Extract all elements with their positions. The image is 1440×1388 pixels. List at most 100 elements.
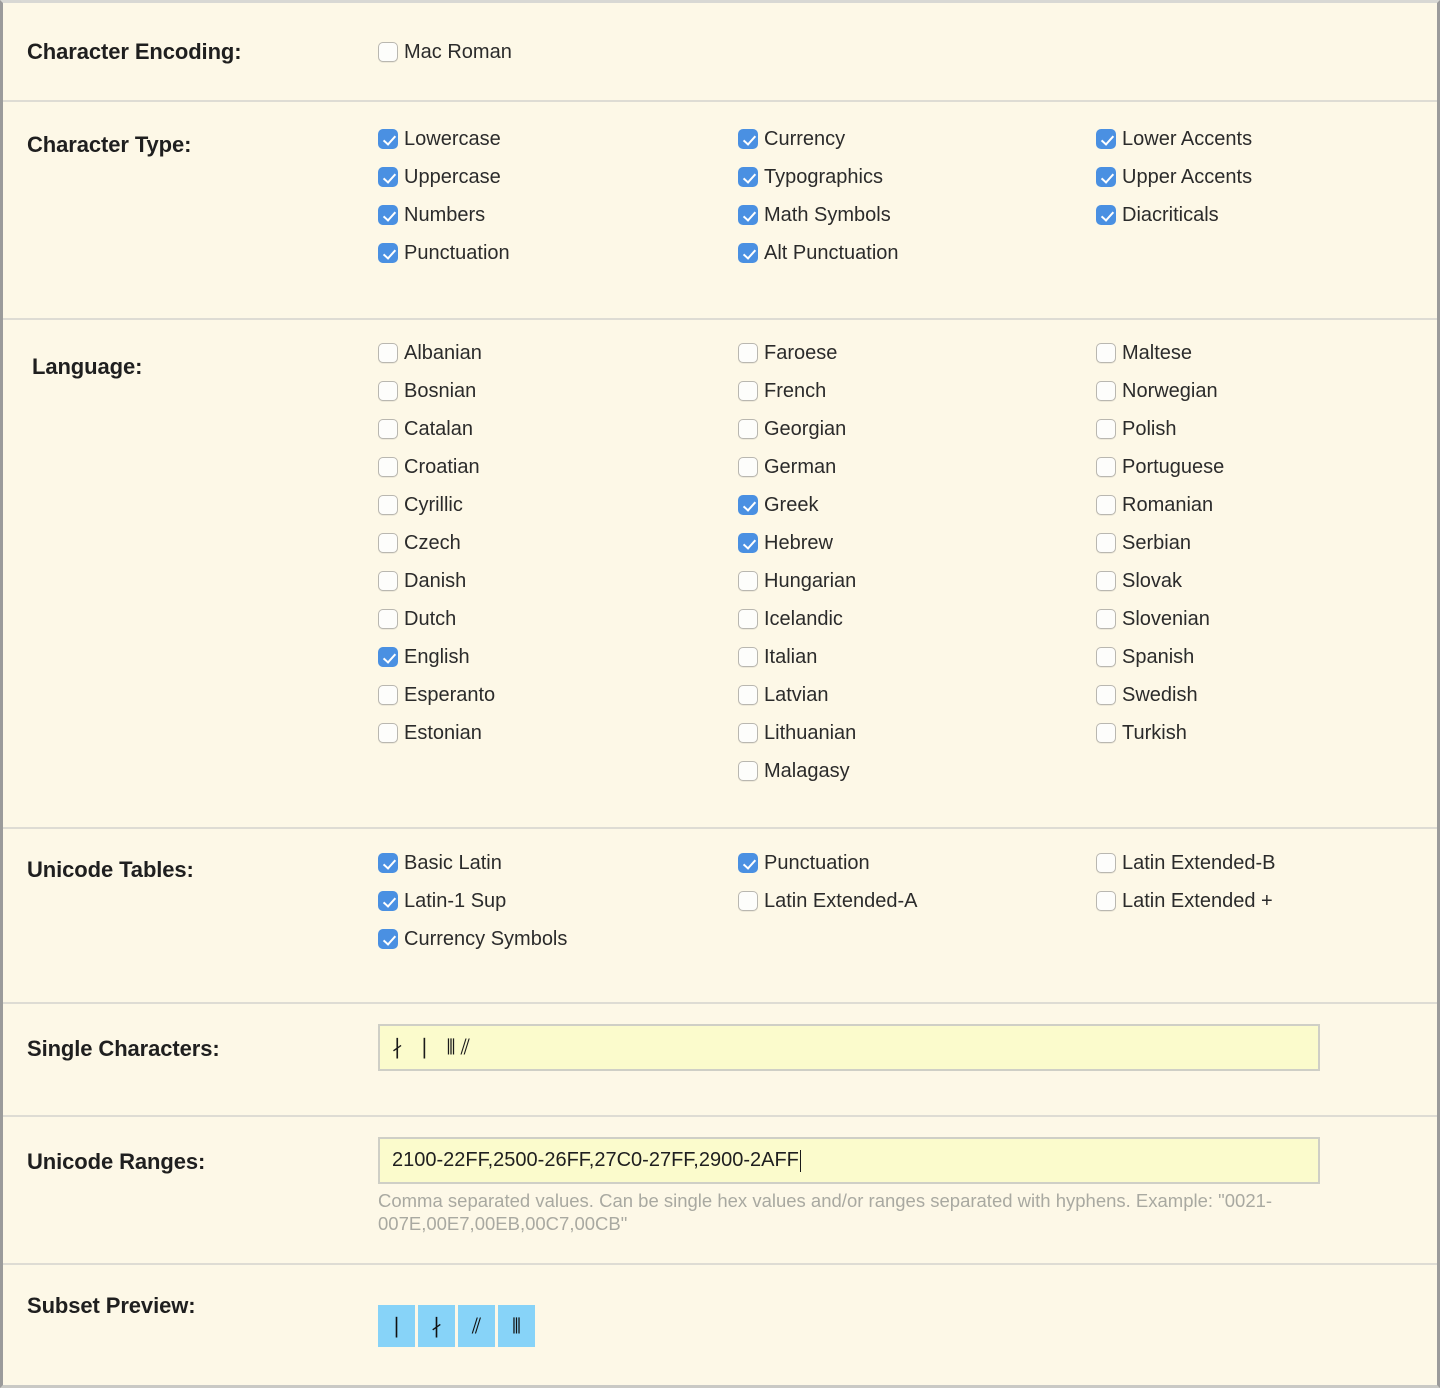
checkbox-row-lower-accents[interactable]: Lower Accents (1096, 120, 1437, 158)
checkbox-icon-swedish[interactable] (1096, 685, 1116, 705)
checkbox-icon-albanian[interactable] (378, 343, 398, 363)
checkbox-icon-slovak[interactable] (1096, 571, 1116, 591)
checkbox-row-punctuation[interactable]: Punctuation (378, 234, 738, 272)
preview-glyph-tile[interactable]: ⦀ (498, 1305, 535, 1347)
checkbox-icon-estonian[interactable] (378, 723, 398, 743)
checkbox-icon-alt-punctuation[interactable] (738, 243, 758, 263)
checkbox-row-croatian[interactable]: Croatian (378, 448, 738, 486)
checkbox-row-icelandic[interactable]: Icelandic (738, 600, 1096, 638)
checkbox-icon-math-symbols[interactable] (738, 205, 758, 225)
checkbox-icon-latin-extended-plus[interactable] (1096, 891, 1116, 911)
checkbox-icon-serbian[interactable] (1096, 533, 1116, 553)
checkbox-icon-faroese[interactable] (738, 343, 758, 363)
checkbox-row-hungarian[interactable]: Hungarian (738, 562, 1096, 600)
checkbox-row-slovenian[interactable]: Slovenian (1096, 600, 1437, 638)
checkbox-row-latin-extended-a[interactable]: Latin Extended-A (738, 882, 1096, 920)
checkbox-row-upper-accents[interactable]: Upper Accents (1096, 158, 1437, 196)
checkbox-row-catalan[interactable]: Catalan (378, 410, 738, 448)
checkbox-icon-cyrillic[interactable] (378, 495, 398, 515)
checkbox-row-latin-1-sup[interactable]: Latin-1 Sup (378, 882, 738, 920)
checkbox-row-currency[interactable]: Currency (738, 120, 1096, 158)
checkbox-row-czech[interactable]: Czech (378, 524, 738, 562)
checkbox-icon-icelandic[interactable] (738, 609, 758, 629)
checkbox-row-typographics[interactable]: Typographics (738, 158, 1096, 196)
checkbox-row-numbers[interactable]: Numbers (378, 196, 738, 234)
checkbox-row-bosnian[interactable]: Bosnian (378, 372, 738, 410)
checkbox-row-danish[interactable]: Danish (378, 562, 738, 600)
checkbox-icon-currency[interactable] (738, 129, 758, 149)
checkbox-row-math-symbols[interactable]: Math Symbols (738, 196, 1096, 234)
checkbox-row-latvian[interactable]: Latvian (738, 676, 1096, 714)
checkbox-row-romanian[interactable]: Romanian (1096, 486, 1437, 524)
checkbox-row-french[interactable]: French (738, 372, 1096, 410)
checkbox-row-norwegian[interactable]: Norwegian (1096, 372, 1437, 410)
checkbox-row-cyrillic[interactable]: Cyrillic (378, 486, 738, 524)
checkbox-icon-georgian[interactable] (738, 419, 758, 439)
checkbox-row-italian[interactable]: Italian (738, 638, 1096, 676)
checkbox-icon-latvian[interactable] (738, 685, 758, 705)
checkbox-row-albanian[interactable]: Albanian (378, 334, 738, 372)
preview-glyph-tile[interactable]: ⫽ (458, 1305, 495, 1347)
checkbox-row-malagasy[interactable]: Malagasy (738, 752, 1096, 790)
checkbox-icon-german[interactable] (738, 457, 758, 477)
checkbox-icon-latin-1-sup[interactable] (378, 891, 398, 911)
checkbox-icon-numbers[interactable] (378, 205, 398, 225)
checkbox-row-serbian[interactable]: Serbian (1096, 524, 1437, 562)
single-characters-input[interactable]: ∤ ∣ ⦀⫽ (378, 1024, 1320, 1071)
checkbox-icon-currency-symbols[interactable] (378, 929, 398, 949)
checkbox-row-slovak[interactable]: Slovak (1096, 562, 1437, 600)
checkbox-icon-lithuanian[interactable] (738, 723, 758, 743)
checkbox-row-estonian[interactable]: Estonian (378, 714, 738, 752)
checkbox-icon-esperanto[interactable] (378, 685, 398, 705)
checkbox-icon-portuguese[interactable] (1096, 457, 1116, 477)
checkbox-row-lithuanian[interactable]: Lithuanian (738, 714, 1096, 752)
checkbox-row-swedish[interactable]: Swedish (1096, 676, 1437, 714)
checkbox-icon-bosnian[interactable] (378, 381, 398, 401)
checkbox-row-lowercase[interactable]: Lowercase (378, 120, 738, 158)
checkbox-row-currency-symbols[interactable]: Currency Symbols (378, 920, 738, 958)
checkbox-row-portuguese[interactable]: Portuguese (1096, 448, 1437, 486)
checkbox-row-greek[interactable]: Greek (738, 486, 1096, 524)
checkbox-row-alt-punctuation[interactable]: Alt Punctuation (738, 234, 1096, 272)
preview-glyph-tile[interactable]: ∣ (378, 1305, 415, 1347)
checkbox-icon-malagasy[interactable] (738, 761, 758, 781)
checkbox-icon-english[interactable] (378, 647, 398, 667)
checkbox-icon-hebrew[interactable] (738, 533, 758, 553)
checkbox-icon-catalan[interactable] (378, 419, 398, 439)
checkbox-row-latin-extended-plus[interactable]: Latin Extended + (1096, 882, 1437, 920)
checkbox-icon-diacriticals[interactable] (1096, 205, 1116, 225)
checkbox-icon-czech[interactable] (378, 533, 398, 553)
checkbox-icon-lowercase[interactable] (378, 129, 398, 149)
checkbox-icon-maltese[interactable] (1096, 343, 1116, 363)
checkbox-icon-danish[interactable] (378, 571, 398, 591)
checkbox-icon-romanian[interactable] (1096, 495, 1116, 515)
checkbox-row-esperanto[interactable]: Esperanto (378, 676, 738, 714)
checkbox-icon-polish[interactable] (1096, 419, 1116, 439)
unicode-ranges-input[interactable]: 2100-22FF,2500-26FF,27C0-27FF,2900-2AFF (378, 1137, 1320, 1184)
checkbox-icon-hungarian[interactable] (738, 571, 758, 591)
checkbox-row-mac-roman[interactable]: Mac Roman (378, 33, 738, 71)
checkbox-row-english[interactable]: English (378, 638, 738, 676)
checkbox-icon-spanish[interactable] (1096, 647, 1116, 667)
checkbox-icon-turkish[interactable] (1096, 723, 1116, 743)
checkbox-row-diacriticals[interactable]: Diacriticals (1096, 196, 1437, 234)
checkbox-icon-basic-latin[interactable] (378, 853, 398, 873)
checkbox-icon-lower-accents[interactable] (1096, 129, 1116, 149)
checkbox-icon-punctuation[interactable] (378, 243, 398, 263)
checkbox-icon-upper-accents[interactable] (1096, 167, 1116, 187)
checkbox-row-latin-extended-b[interactable]: Latin Extended-B (1096, 844, 1437, 882)
checkbox-row-hebrew[interactable]: Hebrew (738, 524, 1096, 562)
checkbox-icon-dutch[interactable] (378, 609, 398, 629)
checkbox-row-maltese[interactable]: Maltese (1096, 334, 1437, 372)
checkbox-icon-typographics[interactable] (738, 167, 758, 187)
checkbox-row-faroese[interactable]: Faroese (738, 334, 1096, 372)
checkbox-row-unicode-punctuation[interactable]: Punctuation (738, 844, 1096, 882)
checkbox-row-georgian[interactable]: Georgian (738, 410, 1096, 448)
checkbox-icon-latin-extended-a[interactable] (738, 891, 758, 911)
checkbox-row-turkish[interactable]: Turkish (1096, 714, 1437, 752)
preview-glyph-tile[interactable]: ∤ (418, 1305, 455, 1347)
checkbox-row-spanish[interactable]: Spanish (1096, 638, 1437, 676)
checkbox-icon-italian[interactable] (738, 647, 758, 667)
checkbox-icon-french[interactable] (738, 381, 758, 401)
checkbox-icon-uppercase[interactable] (378, 167, 398, 187)
